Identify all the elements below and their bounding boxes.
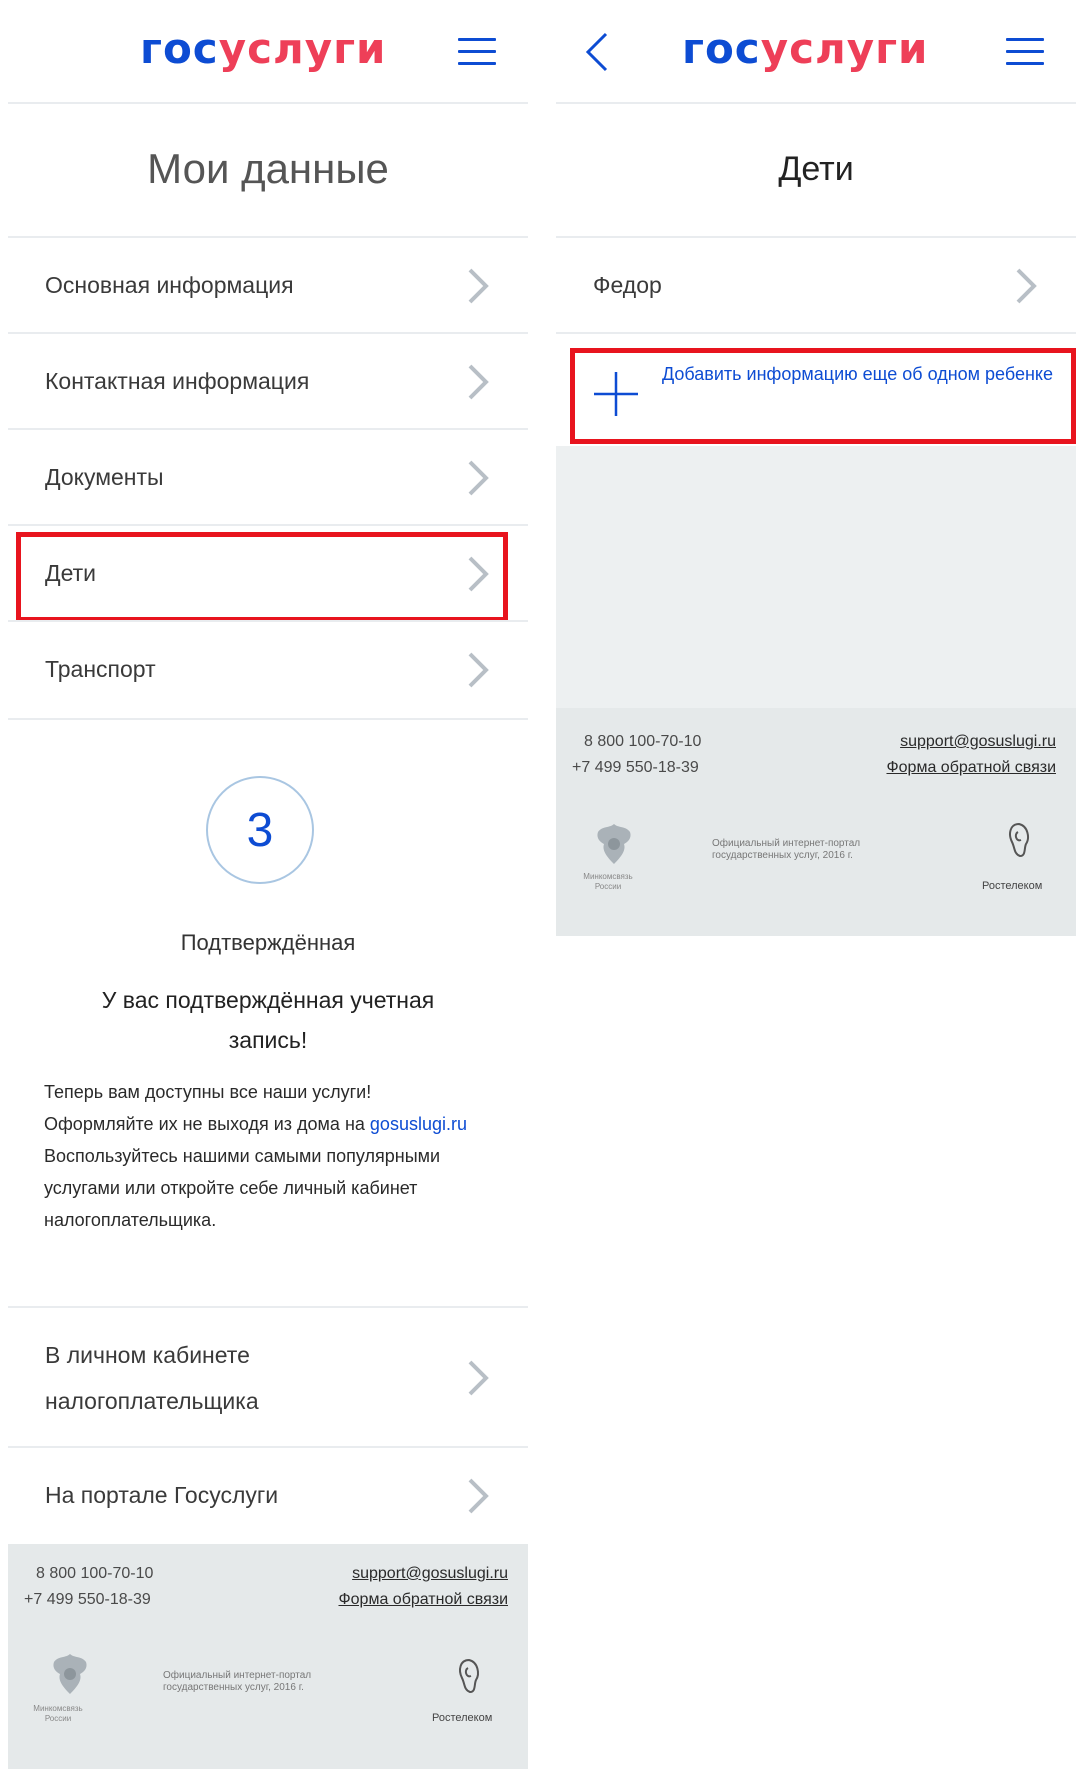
operator-name: Ростелеком <box>982 880 1043 892</box>
ministry-label: Минкомсвязь России <box>583 872 633 891</box>
chevron-right-icon <box>468 652 489 688</box>
chevron-right-icon <box>468 268 489 304</box>
gosuslugi-logo[interactable]: госуслуги <box>140 28 387 70</box>
footer-phone-1[interactable]: 8 800 100-70-10 <box>584 730 701 754</box>
rostelecom-logo-icon <box>1009 822 1029 858</box>
ministry-label: Минкомсвязь России <box>33 1704 83 1723</box>
chevron-right-icon <box>468 1360 489 1396</box>
operator-name: Ростелеком <box>432 1712 493 1724</box>
page-title: Мои данные <box>147 145 389 192</box>
account-level-name: Подтверждённая <box>180 930 356 955</box>
chevron-right-icon <box>468 460 489 496</box>
menu-item-main-info[interactable]: Основная информация <box>8 238 528 332</box>
menu-item-transport[interactable]: Транспорт <box>8 622 528 716</box>
child-item[interactable]: Федор <box>556 238 1076 332</box>
add-child-highlight-frame <box>570 348 1076 444</box>
footer-feedback-link[interactable]: Форма обратной связи <box>886 756 1056 780</box>
menu-item-label: Контактная информация <box>45 368 310 394</box>
footer-phone-2[interactable]: +7 499 550-18-39 <box>24 1588 151 1612</box>
empty-area <box>556 446 1076 708</box>
footer: 8 800 100-70-10 +7 499 550-18-39 support… <box>8 1544 528 1769</box>
chevron-right-icon <box>468 1478 489 1514</box>
menu-icon[interactable] <box>1006 38 1044 66</box>
link-label: На портале Госуслуги <box>45 1482 279 1508</box>
portal-copyright: Официальный интернет-портал государствен… <box>712 838 861 861</box>
footer-email-link[interactable]: support@gosuslugi.ru <box>900 730 1056 754</box>
russian-emblem-icon <box>53 1654 87 1694</box>
link-gosuslugi-portal[interactable]: На портале Госуслуги <box>8 1448 528 1542</box>
status-headline: У вас подтверждённая учетная запись! <box>101 987 435 1053</box>
menu-icon[interactable] <box>458 38 496 66</box>
portal-copyright: Официальный интернет-портал государствен… <box>163 1670 312 1693</box>
menu-item-label: Основная информация <box>45 272 294 298</box>
menu-item-documents[interactable]: Документы <box>8 430 528 524</box>
link-label: В личном кабинете налогоплательщика <box>45 1342 259 1414</box>
russian-emblem-icon <box>597 824 631 864</box>
children-highlight-frame <box>16 532 508 622</box>
gosuslugi-logo[interactable]: госуслуги <box>682 28 929 70</box>
back-arrow-icon[interactable] <box>582 30 612 74</box>
footer-phone-1[interactable]: 8 800 100-70-10 <box>36 1562 153 1586</box>
account-level-badge: 3 <box>206 776 314 884</box>
page-title: Дети <box>778 150 854 188</box>
rostelecom-logo-icon <box>459 1658 479 1694</box>
chevron-right-icon <box>1016 268 1037 304</box>
menu-item-label: Документы <box>45 464 164 490</box>
status-description: Теперь вам доступны все наши услуги! Офо… <box>44 1082 467 1230</box>
link-taxpayer-cabinet[interactable]: В личном кабинете налогоплательщика <box>8 1308 528 1446</box>
footer-phone-2[interactable]: +7 499 550-18-39 <box>572 756 699 780</box>
gosuslugi-link[interactable]: gosuslugi.ru <box>370 1114 467 1134</box>
menu-item-label: Транспорт <box>45 656 156 682</box>
footer-email-link[interactable]: support@gosuslugi.ru <box>352 1562 508 1586</box>
footer: 8 800 100-70-10 +7 499 550-18-39 support… <box>556 708 1076 936</box>
chevron-right-icon <box>468 364 489 400</box>
child-name: Федор <box>593 272 662 298</box>
menu-item-contact-info[interactable]: Контактная информация <box>8 334 528 428</box>
footer-feedback-link[interactable]: Форма обратной связи <box>338 1588 508 1612</box>
